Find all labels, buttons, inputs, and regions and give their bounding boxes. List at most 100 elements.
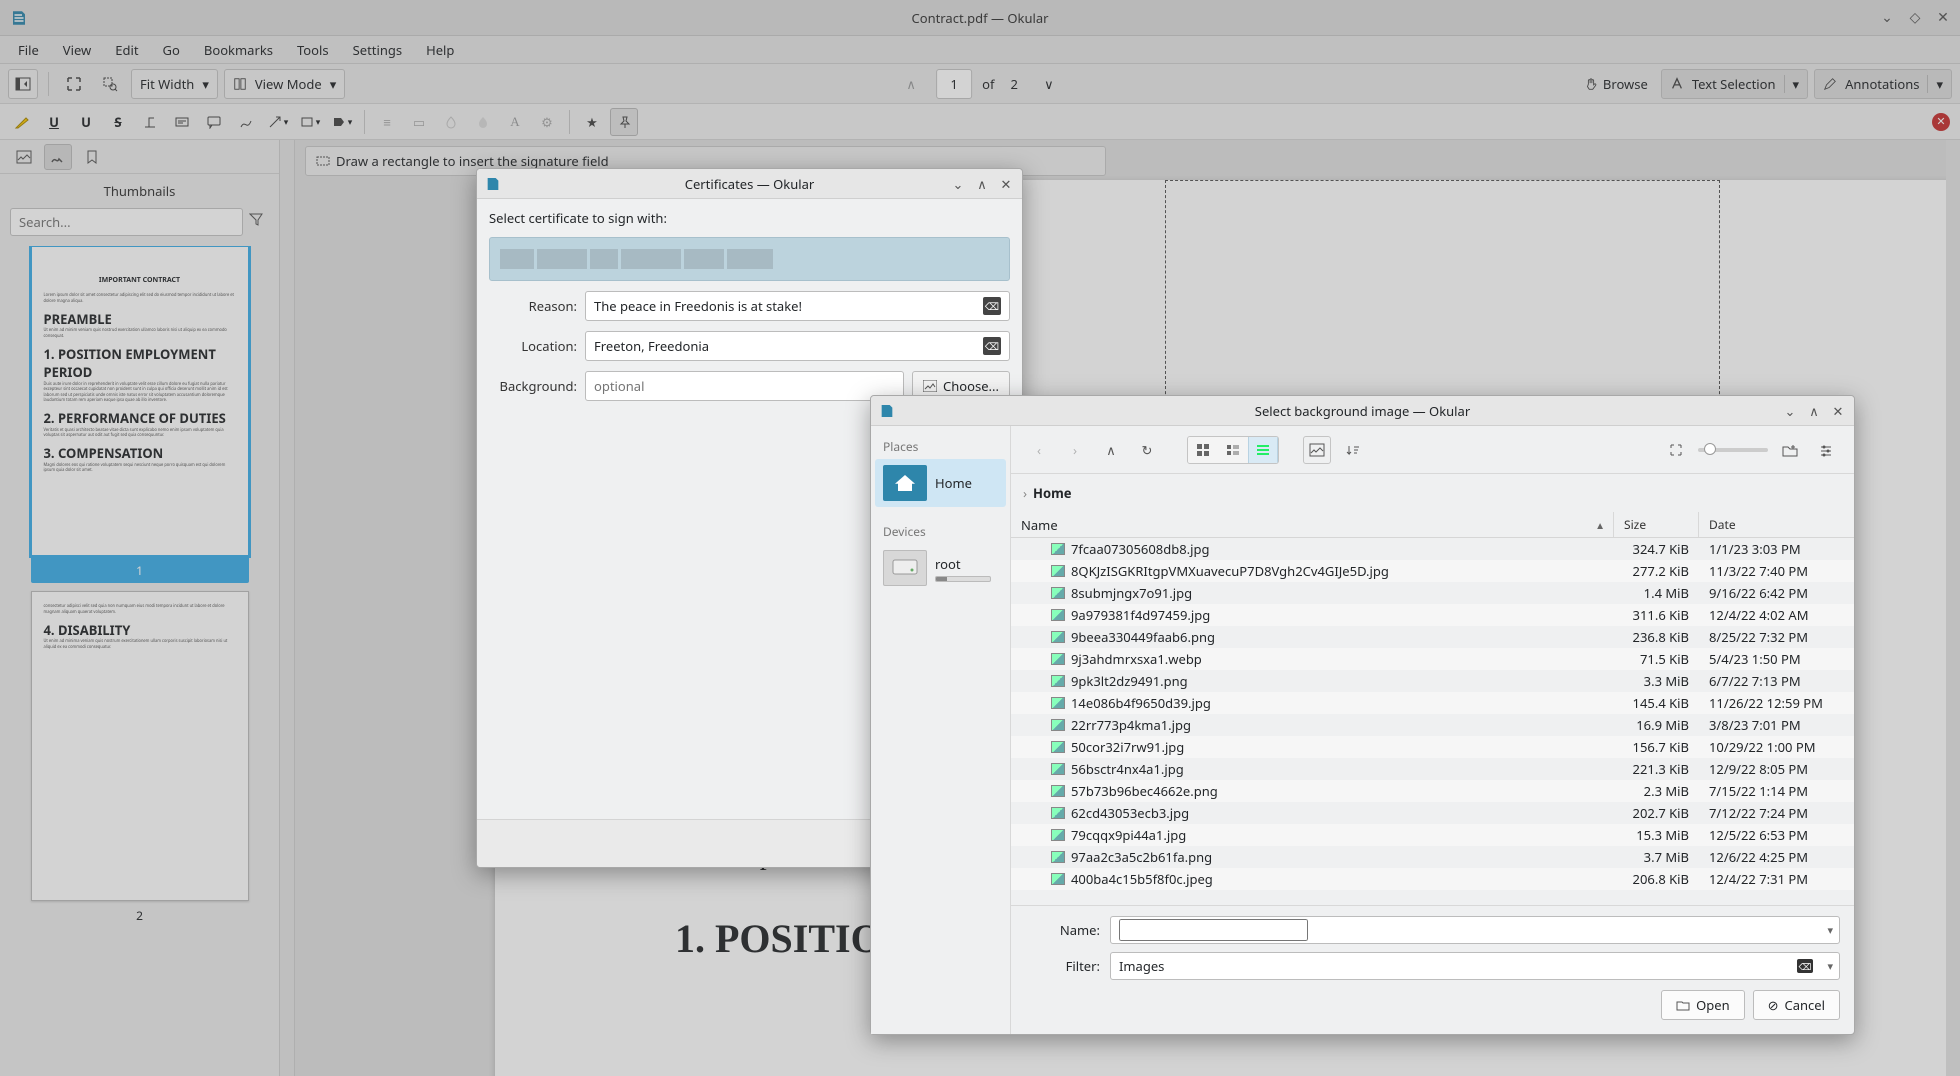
table-row[interactable]: 57b73b96bec4662e.png2.3 MiB7/15/22 1:14 …: [1011, 780, 1854, 802]
menu-help[interactable]: Help: [416, 37, 464, 63]
background-field[interactable]: [585, 371, 904, 401]
icon-size-slider[interactable]: [1698, 448, 1768, 452]
dialog-close-icon[interactable]: ✕: [1830, 403, 1846, 419]
dialog-maximize-icon[interactable]: ∧: [1806, 403, 1822, 419]
highlight-yellow-icon[interactable]: [8, 108, 36, 136]
background-input[interactable]: [594, 377, 895, 395]
table-row[interactable]: 62cd43053ecb3.jpg202.7 KiB7/12/22 7:24 P…: [1011, 802, 1854, 824]
table-row[interactable]: 8QKJzISGKRItgpVMXuavecuP7D8Vgh2Cv4GIJe5D…: [1011, 560, 1854, 582]
preview-toggle-icon[interactable]: [1303, 436, 1331, 464]
dialog-minimize-icon[interactable]: ⌄: [1782, 403, 1798, 419]
table-row[interactable]: 7fcaa07305608db8.jpg324.7 KiB1/1/23 3:03…: [1011, 538, 1854, 560]
underline-icon[interactable]: U: [40, 108, 68, 136]
filter-combo[interactable]: Images⌫▾: [1110, 952, 1840, 980]
window-minimize-icon[interactable]: ⌄: [1878, 9, 1896, 27]
thumbnail-page-1[interactable]: IMPORTANT CONTRACTLorem ipsum dolor sit …: [31, 246, 249, 583]
sidebar-tab-bookmarks-icon[interactable]: [78, 144, 106, 170]
table-row[interactable]: 400ba4c15b5f8f0c.jpeg206.8 KiB12/4/22 7:…: [1011, 868, 1854, 890]
location-input[interactable]: [594, 337, 983, 355]
table-row[interactable]: 9j3ahdmrxsxa1.webp71.5 KiB5/4/23 1:50 PM: [1011, 648, 1854, 670]
page-number-input[interactable]: [936, 69, 972, 99]
new-folder-icon[interactable]: [1776, 436, 1804, 464]
view-details-icon[interactable]: [1248, 437, 1278, 463]
dialog-titlebar[interactable]: Select background image — Okular ⌄ ∧ ✕: [871, 396, 1854, 426]
place-root[interactable]: root: [875, 544, 1006, 592]
open-button[interactable]: Open: [1661, 990, 1745, 1020]
nav-up-icon[interactable]: ∧: [1097, 436, 1125, 464]
dialog-close-icon[interactable]: ✕: [998, 176, 1014, 192]
clear-icon[interactable]: ⌫: [983, 297, 1001, 315]
toggle-sidebar-button[interactable]: [8, 69, 38, 99]
zoom-combo[interactable]: Fit Width▾: [131, 69, 218, 99]
column-date[interactable]: Date: [1699, 512, 1854, 537]
table-row[interactable]: 14e086b4f9650d39.jpg145.4 KiB11/26/22 12…: [1011, 692, 1854, 714]
window-maximize-icon[interactable]: ◇: [1906, 9, 1924, 27]
menu-file[interactable]: File: [8, 37, 49, 63]
menu-view[interactable]: View: [53, 37, 101, 63]
view-mode-combo[interactable]: View Mode▾: [224, 69, 345, 99]
freehand-icon[interactable]: [232, 108, 260, 136]
reason-field[interactable]: ⌫: [585, 291, 1010, 321]
clear-icon[interactable]: ⌫: [1797, 959, 1813, 973]
breadcrumb-current[interactable]: Home: [1033, 484, 1072, 502]
thumbnail-search-input[interactable]: [10, 208, 243, 236]
browse-tool-button[interactable]: Browse: [1577, 69, 1655, 99]
filename-text-input[interactable]: [1119, 919, 1308, 941]
reason-input[interactable]: [594, 297, 983, 315]
view-icons-icon[interactable]: [1188, 437, 1218, 463]
chevron-down-icon[interactable]: ▾: [1827, 959, 1833, 974]
sidebar-scrollbar[interactable]: [280, 140, 294, 1076]
dialog-titlebar[interactable]: Certificates — Okular ⌄ ∧ ✕: [477, 169, 1022, 199]
annotations-tool-button[interactable]: Annotations▾: [1814, 69, 1952, 99]
menu-edit[interactable]: Edit: [105, 37, 148, 63]
text-selection-tool-button[interactable]: Text Selection▾: [1661, 69, 1808, 99]
dialog-minimize-icon[interactable]: ⌄: [950, 176, 966, 192]
chevron-down-icon[interactable]: ▾: [1827, 923, 1833, 938]
sidebar-tab-thumbnails-icon[interactable]: [10, 144, 38, 170]
column-size[interactable]: Size: [1614, 512, 1699, 537]
table-row[interactable]: 8submjngx7o91.jpg1.4 MiB9/16/22 6:42 PM: [1011, 582, 1854, 604]
table-row[interactable]: 9pk3lt2dz9491.png3.3 MiB6/7/22 7:13 PM: [1011, 670, 1854, 692]
table-row[interactable]: 22rr773p4kma1.jpg16.9 MiB3/8/23 7:01 PM: [1011, 714, 1854, 736]
close-annotation-toolbar-icon[interactable]: ✕: [1932, 113, 1950, 131]
menu-go[interactable]: Go: [153, 37, 190, 63]
sidebar-tab-signatures-icon[interactable]: [44, 144, 72, 170]
shape-icon[interactable]: ▾: [296, 108, 324, 136]
table-row[interactable]: 79cqqx9pi44a1.jpg15.3 MiB12/5/22 6:53 PM: [1011, 824, 1854, 846]
view-compact-icon[interactable]: [1218, 437, 1248, 463]
settings-icon[interactable]: [1812, 436, 1840, 464]
zoom-fit-button[interactable]: [59, 69, 89, 99]
thumbnail-page-2[interactable]: consectetur adipisci velit sed quia non …: [31, 591, 249, 928]
pin-icon[interactable]: [610, 108, 638, 136]
table-row[interactable]: 9beea330449faab6.png236.8 KiB8/25/22 7:3…: [1011, 626, 1854, 648]
zoom-select-button[interactable]: [95, 69, 125, 99]
menu-bookmarks[interactable]: Bookmarks: [194, 37, 283, 63]
menu-settings[interactable]: Settings: [343, 37, 412, 63]
filename-input[interactable]: ▾: [1110, 916, 1840, 944]
chevron-right-icon[interactable]: ›: [1023, 484, 1027, 502]
column-name[interactable]: Name▲: [1011, 512, 1614, 537]
filter-icon[interactable]: [249, 212, 269, 232]
squiggle-icon[interactable]: U: [72, 108, 100, 136]
place-home[interactable]: Home: [875, 459, 1006, 507]
stamp-tag-icon[interactable]: ▾: [328, 108, 356, 136]
popup-note-icon[interactable]: [200, 108, 228, 136]
inline-note-icon[interactable]: [168, 108, 196, 136]
bookmark-star-icon[interactable]: ★: [578, 108, 606, 136]
menu-tools[interactable]: Tools: [287, 37, 339, 63]
dialog-maximize-icon[interactable]: ∧: [974, 176, 990, 192]
sort-icon[interactable]: [1339, 436, 1367, 464]
thumbnail-list[interactable]: IMPORTANT CONTRACTLorem ipsum dolor sit …: [0, 246, 279, 1076]
table-row[interactable]: 56bsctr4nx4a1.jpg221.3 KiB12/9/22 8:05 P…: [1011, 758, 1854, 780]
window-close-icon[interactable]: ✕: [1934, 9, 1952, 27]
table-row[interactable]: 9a979381f4d97459.jpg311.6 KiB12/4/22 4:0…: [1011, 604, 1854, 626]
location-field[interactable]: ⌫: [585, 331, 1010, 361]
clear-icon[interactable]: ⌫: [983, 337, 1001, 355]
page-prev-button[interactable]: ∧: [896, 69, 926, 99]
strikeout-icon[interactable]: S: [104, 108, 132, 136]
cancel-button[interactable]: ⊘Cancel: [1753, 990, 1840, 1020]
line-arrow-icon[interactable]: ▾: [264, 108, 292, 136]
zoom-fit-icon[interactable]: [1662, 436, 1690, 464]
typewriter-icon[interactable]: [136, 108, 164, 136]
page-next-button[interactable]: ∨: [1034, 69, 1064, 99]
